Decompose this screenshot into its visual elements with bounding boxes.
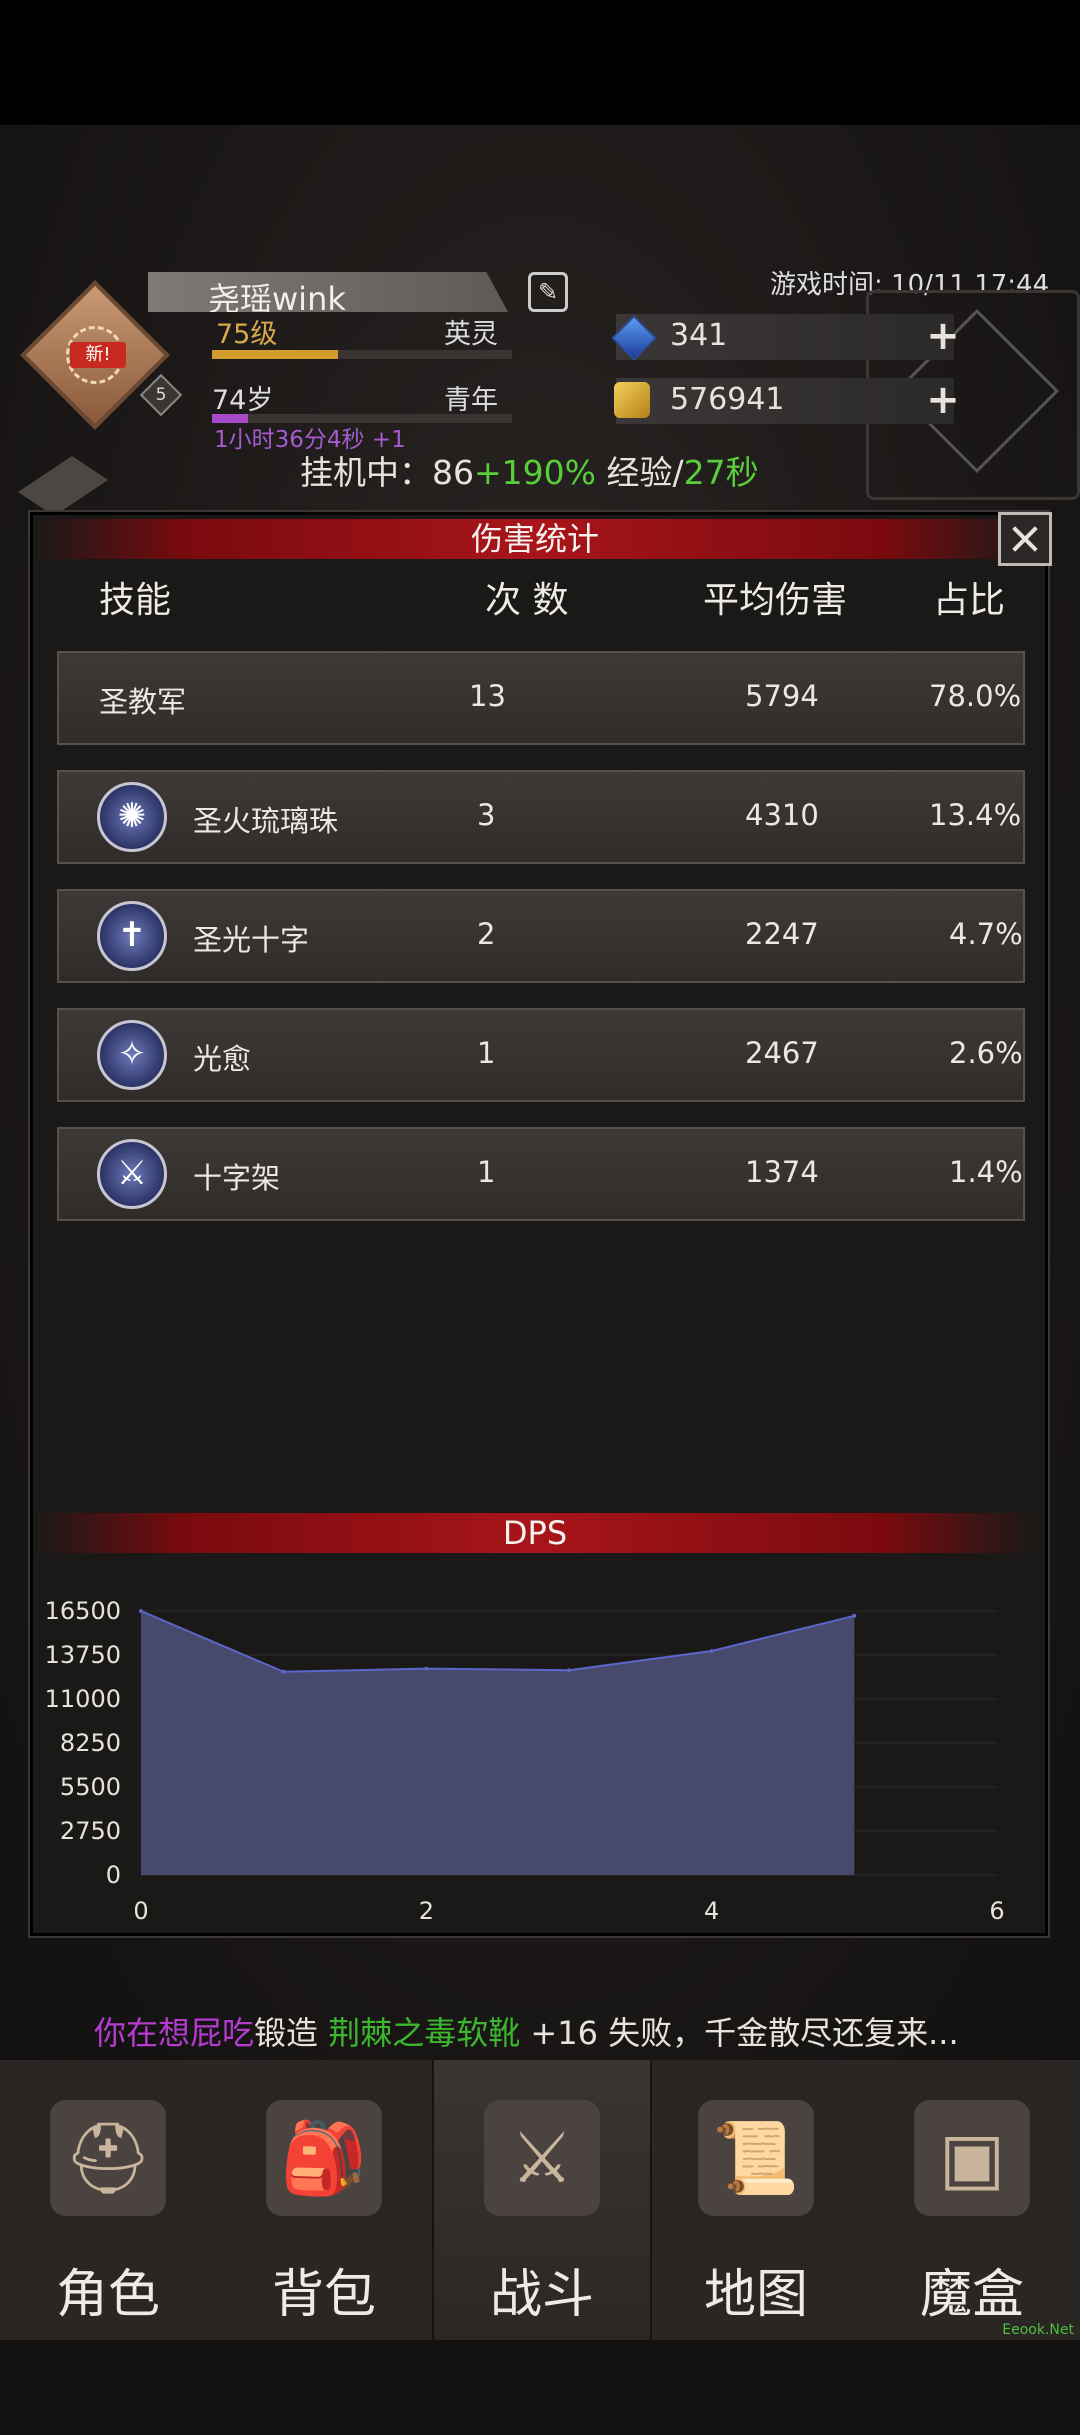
close-button[interactable] — [998, 512, 1052, 566]
nav-label: 魔盒 — [919, 2265, 1024, 2325]
bottom-nav: ⛑ 角色 🎒 背包 ⚔ 战斗 📜 地图 ▣ 魔盒 Eeook.Net — [0, 2060, 1080, 2340]
diamond-value: 341 — [670, 318, 728, 353]
skill-count: 2 — [477, 917, 496, 951]
new-badge: 新! — [70, 342, 126, 368]
x-tick-label: 6 — [989, 1897, 1004, 1925]
col-skill: 技能 — [99, 580, 172, 621]
player-rank: 英灵 — [444, 319, 498, 350]
nav-tab-2[interactable]: ⚔ 战斗 — [432, 2060, 652, 2340]
gold-counter: 576941 + — [614, 378, 960, 424]
y-tick-label: 16500 — [45, 1597, 121, 1625]
skill-count: 1 — [477, 1036, 496, 1070]
avatar[interactable]: 新! 5 — [20, 280, 183, 430]
heal-light-icon: ✧ — [97, 1020, 167, 1090]
holy-fire-orb-icon: ✺ — [97, 782, 167, 852]
skill-pct: 1.4% — [949, 1155, 1023, 1189]
skill-row: ✝ 圣光十字 2 2247 4.7% — [57, 889, 1025, 983]
dps-point — [852, 1613, 857, 1618]
message-part: 锻造 — [254, 2014, 329, 2052]
skill-row: ⚔ 十字架 1 1374 1.4% — [57, 1127, 1025, 1221]
panel-title: 伤害统计 — [470, 520, 599, 558]
skill-pct: 13.4% — [929, 798, 1022, 832]
helmet-icon: ⛑ — [50, 2100, 166, 2216]
scroll-map-icon: 📜 — [698, 2100, 814, 2216]
skill-avg: 5794 — [745, 679, 819, 713]
skill-pct: 78.0% — [929, 679, 1022, 713]
skill-avg: 2247 — [745, 917, 819, 951]
nav-label: 战斗 — [489, 2265, 594, 2325]
crucifix-sword-icon: ⚔ — [97, 1139, 167, 1209]
backpack-icon: 🎒 — [266, 2100, 382, 2216]
skill-avg: 2467 — [745, 1036, 819, 1070]
diamond-counter: 341 + — [611, 314, 960, 361]
message-part: 荆棘之毒软靴 — [328, 2014, 521, 2052]
gold-icon — [614, 382, 650, 418]
y-tick-label: 2750 — [60, 1817, 121, 1845]
dps-area — [141, 1611, 855, 1875]
skill-row: ✧ 光愈 1 2467 2.6% — [57, 1008, 1025, 1102]
watermark: Eeook.Net — [1002, 2322, 1074, 2338]
y-tick-label: 0 — [106, 1861, 121, 1889]
skill-name: 圣火琉璃珠 — [193, 804, 339, 838]
player-level: 75级 — [216, 319, 278, 350]
nav-tab-3[interactable]: 📜 地图 — [648, 2060, 864, 2340]
skill-row: ✺ 圣火琉璃珠 3 4310 13.4% — [57, 770, 1025, 864]
nav-label: 角色 — [55, 2265, 160, 2325]
skill-avg: 4310 — [745, 798, 819, 832]
skill-name: 十字架 — [193, 1161, 281, 1195]
holy-cross-icon: ✝ — [97, 901, 167, 971]
skill-count: 13 — [469, 679, 506, 713]
nav-tab-1[interactable]: 🎒 背包 — [216, 2060, 432, 2340]
dps-title: DPS — [502, 1514, 568, 1552]
dps-point — [139, 1609, 143, 1613]
x-tick-label: 4 — [704, 1897, 719, 1925]
message-part: 你在想屁吃 — [94, 2014, 255, 2052]
skill-pct: 2.6% — [949, 1036, 1023, 1070]
sword-shield-icon: ⚔ — [484, 2100, 600, 2216]
magic-box-icon: ▣ — [914, 2100, 1030, 2216]
x-tick-label: 0 — [133, 1897, 148, 1925]
skill-count: 3 — [477, 798, 496, 832]
skill-name: 光愈 — [193, 1042, 252, 1076]
col-avg-damage: 平均伤害 — [703, 580, 848, 621]
damage-stats-panel: 伤害统计 技能 次 数 平均伤害 占比 圣教军 13 5794 78.0% ✺ … — [30, 512, 1048, 1936]
level-progress-bar — [212, 350, 512, 359]
nav-label: 背包 — [271, 2265, 376, 2325]
dps-point — [709, 1649, 714, 1653]
dps-title-bar: DPS — [37, 1513, 1033, 1553]
player-age: 74岁 — [212, 385, 274, 416]
status-bar — [0, 0, 1080, 125]
dps-point — [281, 1669, 286, 1674]
message-part: +16 失败，千金散尽还复来... — [520, 2014, 959, 2052]
y-tick-label: 13750 — [45, 1641, 121, 1669]
skill-pct: 4.7% — [949, 917, 1023, 951]
skill-row: 圣教军 13 5794 78.0% — [57, 651, 1025, 745]
panel-title-bar: 伤害统计 — [37, 519, 1033, 559]
edit-icon[interactable]: ✎ — [528, 272, 568, 312]
add-diamond-icon[interactable]: + — [924, 316, 962, 356]
skill-name: 圣教军 — [99, 685, 187, 719]
nav-tab-4[interactable]: ▣ 魔盒 — [864, 2060, 1080, 2340]
life-stage: 青年 — [444, 385, 498, 416]
add-gold-icon[interactable]: + — [924, 380, 962, 420]
diamond-icon — [611, 315, 657, 361]
nav-tab-0[interactable]: ⛑ 角色 — [0, 2060, 216, 2340]
skill-name: 圣光十字 — [193, 923, 310, 957]
system-message: 你在想屁吃锻造 荆棘之毒软靴 +16 失败，千金散尽还复来... — [94, 2008, 959, 2054]
y-tick-label: 5500 — [60, 1773, 121, 1801]
idle-status: 挂机中：86+190% 经验/27秒 — [300, 453, 759, 492]
skill-count: 1 — [477, 1155, 496, 1189]
nav-label: 地图 — [703, 2265, 808, 2325]
dps-point — [424, 1666, 429, 1671]
y-tick-label: 8250 — [60, 1729, 121, 1757]
col-percent: 占比 — [933, 580, 1006, 621]
player-name-bar: 尧瑶wink — [148, 272, 508, 312]
gold-value: 576941 — [670, 382, 785, 417]
y-tick-label: 11000 — [45, 1685, 121, 1713]
dps-point — [567, 1668, 571, 1673]
skill-avg: 1374 — [745, 1155, 819, 1189]
col-count: 次 数 — [485, 580, 569, 621]
x-tick-label: 2 — [419, 1897, 434, 1925]
